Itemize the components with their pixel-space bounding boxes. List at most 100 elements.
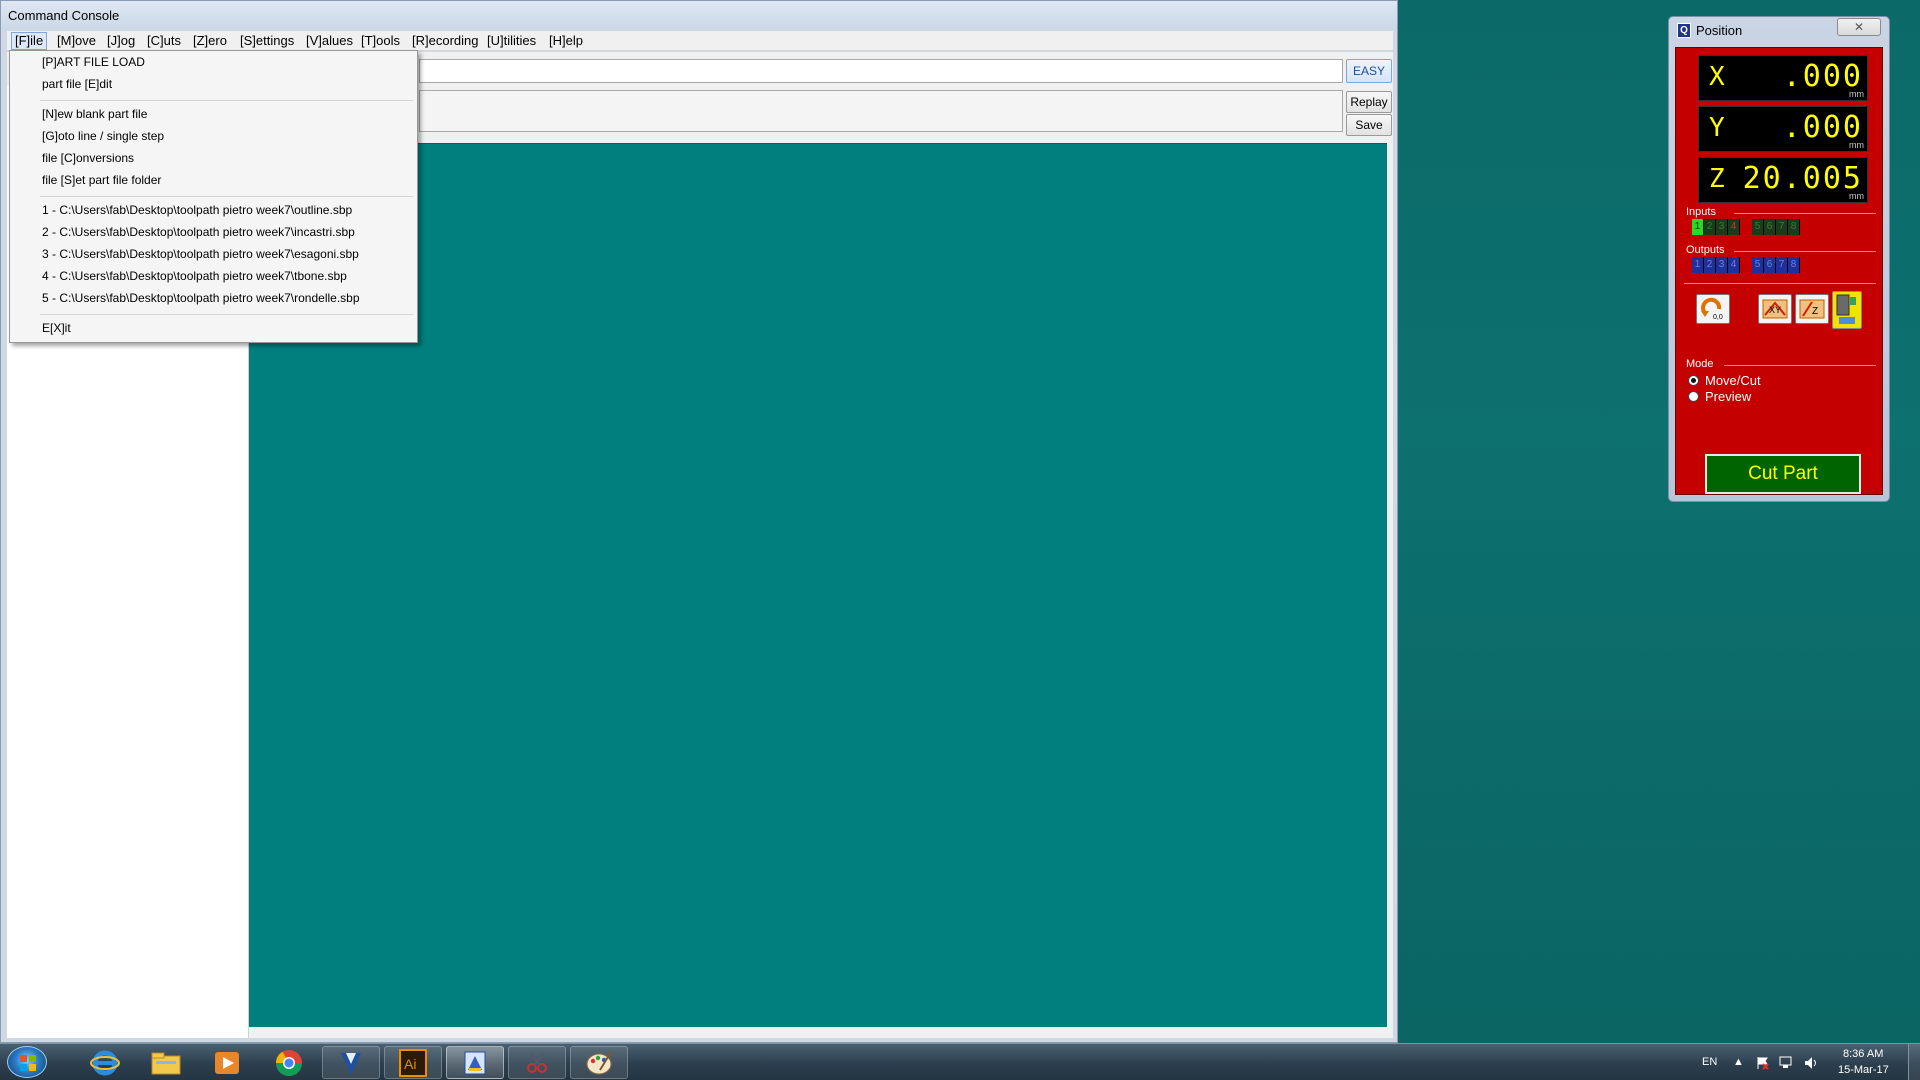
output-toggle-2[interactable]: 2 — [1704, 257, 1716, 273]
taskbar-illustrator[interactable]: Ai — [384, 1046, 442, 1079]
recent-file-1[interactable]: 1 - C:\Users\fab\Desktop\toolpath pietro… — [42, 201, 352, 219]
position-title: Position — [1696, 23, 1743, 38]
taskbar-ie[interactable] — [76, 1046, 134, 1079]
save-button[interactable]: Save — [1346, 114, 1392, 136]
windows-logo-icon — [20, 1055, 36, 1071]
axis-label-z: Z — [1709, 164, 1725, 194]
preview-canvas[interactable] — [249, 143, 1387, 1027]
menu-move[interactable]: [M]ove — [54, 32, 99, 50]
clock-time[interactable]: 8:36 AM — [1843, 1048, 1883, 1060]
position-titlebar[interactable]: Q Position ✕ — [1669, 17, 1889, 45]
outputs-group-b: 5 6 7 8 — [1752, 257, 1800, 273]
x-position-readout: X .000 mm — [1698, 55, 1868, 101]
command-input[interactable] — [419, 59, 1343, 83]
y-position-readout: Y .000 mm — [1698, 106, 1868, 152]
language-indicator[interactable]: EN — [1702, 1056, 1717, 1068]
zero-to-zero-icon: 0,0 — [1701, 297, 1723, 321]
zero-xy-icon: XY — [1762, 299, 1788, 319]
network-icon[interactable] — [1779, 1056, 1795, 1070]
menu-help[interactable]: [H]elp — [546, 32, 586, 50]
menu-separator — [40, 100, 413, 101]
outputs-label: Outputs — [1686, 244, 1725, 256]
input-indicator-7: 7 — [1776, 219, 1788, 235]
recent-file-4[interactable]: 4 - C:\Users\fab\Desktop\toolpath pietro… — [42, 267, 347, 285]
volume-icon[interactable] — [1804, 1056, 1820, 1070]
media-player-icon — [215, 1051, 239, 1074]
console-titlebar[interactable]: Command Console — [1, 1, 1397, 29]
replay-button[interactable]: Replay — [1346, 91, 1392, 113]
output-toggle-7[interactable]: 7 — [1776, 257, 1788, 273]
menu-cuts[interactable]: [C]uts — [144, 32, 184, 50]
menu-zero[interactable]: [Z]ero — [190, 32, 230, 50]
menu-separator — [40, 196, 413, 197]
taskbar-explorer[interactable] — [137, 1046, 195, 1079]
menu-item-part-file-edit[interactable]: part file [E]dit — [42, 75, 112, 93]
outputs-rule — [1734, 251, 1876, 252]
menu-item-conversions[interactable]: file [C]onversions — [42, 149, 134, 167]
action-center-flag-icon[interactable] — [1756, 1056, 1770, 1070]
recent-file-5[interactable]: 5 - C:\Users\fab\Desktop\toolpath pietro… — [42, 289, 360, 307]
menu-item-exit[interactable]: E[X]it — [42, 319, 71, 337]
app-icon: Q — [1677, 23, 1691, 38]
menu-tools[interactable]: [T]ools — [358, 32, 403, 50]
go-to-zero-button[interactable]: 0,0 — [1696, 294, 1730, 324]
recent-file-3[interactable]: 3 - C:\Users\fab\Desktop\toolpath pietro… — [42, 245, 359, 263]
cut-part-button[interactable]: Cut Part — [1705, 454, 1861, 494]
mode-preview-radio[interactable]: Preview — [1688, 389, 1751, 404]
tray-expand-icon[interactable]: ▲ — [1733, 1056, 1744, 1068]
z-position-readout: Z 20.005 mm — [1698, 157, 1868, 203]
radio-unchecked-icon — [1688, 391, 1699, 402]
close-button[interactable]: ✕ — [1837, 18, 1881, 36]
recent-file-2[interactable]: 2 - C:\Users\fab\Desktop\toolpath pietro… — [42, 223, 355, 241]
z-value: 20.005 — [1742, 161, 1863, 196]
menu-bar: [F]ile [M]ove [J]og [C]uts [Z]ero [S]ett… — [7, 31, 1393, 51]
keypad-icon — [1836, 294, 1856, 324]
svg-text:Z: Z — [1812, 306, 1818, 317]
menu-values[interactable]: [V]alues — [303, 32, 356, 50]
start-button[interactable] — [7, 1046, 47, 1078]
file-menu-dropdown: [P]ART FILE LOAD part file [E]dit [N]ew … — [9, 50, 418, 343]
menu-recording[interactable]: [R]ecording — [409, 32, 481, 50]
input-indicator-2: 2 — [1704, 219, 1716, 235]
menu-file[interactable]: [F]ile — [11, 32, 48, 50]
mode-rule — [1724, 365, 1876, 366]
menu-item-part-file-load[interactable]: [P]ART FILE LOAD — [42, 53, 145, 71]
taskbar-partworks[interactable] — [446, 1046, 504, 1079]
console-title: Command Console — [8, 8, 120, 23]
input-indicator-6: 6 — [1764, 219, 1776, 235]
mode-move-cut-radio[interactable]: Move/Cut — [1688, 373, 1761, 388]
svg-text:Ai: Ai — [404, 1056, 416, 1072]
svg-text:XY: XY — [1769, 305, 1781, 315]
cut-tool-icon — [527, 1051, 547, 1073]
output-toggle-6[interactable]: 6 — [1764, 257, 1776, 273]
zero-xy-button[interactable]: XY — [1758, 294, 1792, 324]
menu-utilities[interactable]: [U]tilities — [484, 32, 539, 50]
zero-z-button[interactable]: Z — [1795, 294, 1829, 324]
output-toggle-5[interactable]: 5 — [1752, 257, 1764, 273]
taskbar-vcarve[interactable] — [322, 1046, 380, 1079]
taskbar-cut-tool[interactable] — [508, 1046, 566, 1079]
easy-button[interactable]: EASY — [1346, 59, 1392, 83]
output-toggle-3[interactable]: 3 — [1716, 257, 1728, 273]
internet-explorer-icon — [90, 1050, 120, 1075]
taskbar-chrome[interactable] — [260, 1046, 318, 1079]
outputs-group-a: 1 2 3 4 — [1692, 257, 1740, 273]
axis-label-x: X — [1709, 62, 1725, 92]
menu-item-set-folder[interactable]: file [S]et part file folder — [42, 171, 161, 189]
taskbar-paint[interactable] — [570, 1046, 628, 1079]
menu-jog[interactable]: [J]og — [104, 32, 138, 50]
output-toggle-4[interactable]: 4 — [1728, 257, 1740, 273]
menu-item-new-blank[interactable]: [N]ew blank part file — [42, 105, 147, 123]
menu-settings[interactable]: [S]ettings — [237, 32, 297, 50]
keypad-button[interactable] — [1832, 291, 1862, 329]
input-indicator-4: 4 — [1728, 219, 1740, 235]
x-unit: mm — [1849, 89, 1864, 99]
output-toggle-1[interactable]: 1 — [1692, 257, 1704, 273]
output-toggle-8[interactable]: 8 — [1788, 257, 1800, 273]
clock-date[interactable]: 15-Mar-17 — [1838, 1064, 1889, 1076]
show-desktop-button[interactable] — [1908, 1044, 1920, 1080]
taskbar-media[interactable] — [198, 1046, 256, 1079]
command-history[interactable] — [419, 90, 1343, 132]
menu-item-goto-line[interactable]: [G]oto line / single step — [42, 127, 164, 145]
y-unit: mm — [1849, 140, 1864, 150]
